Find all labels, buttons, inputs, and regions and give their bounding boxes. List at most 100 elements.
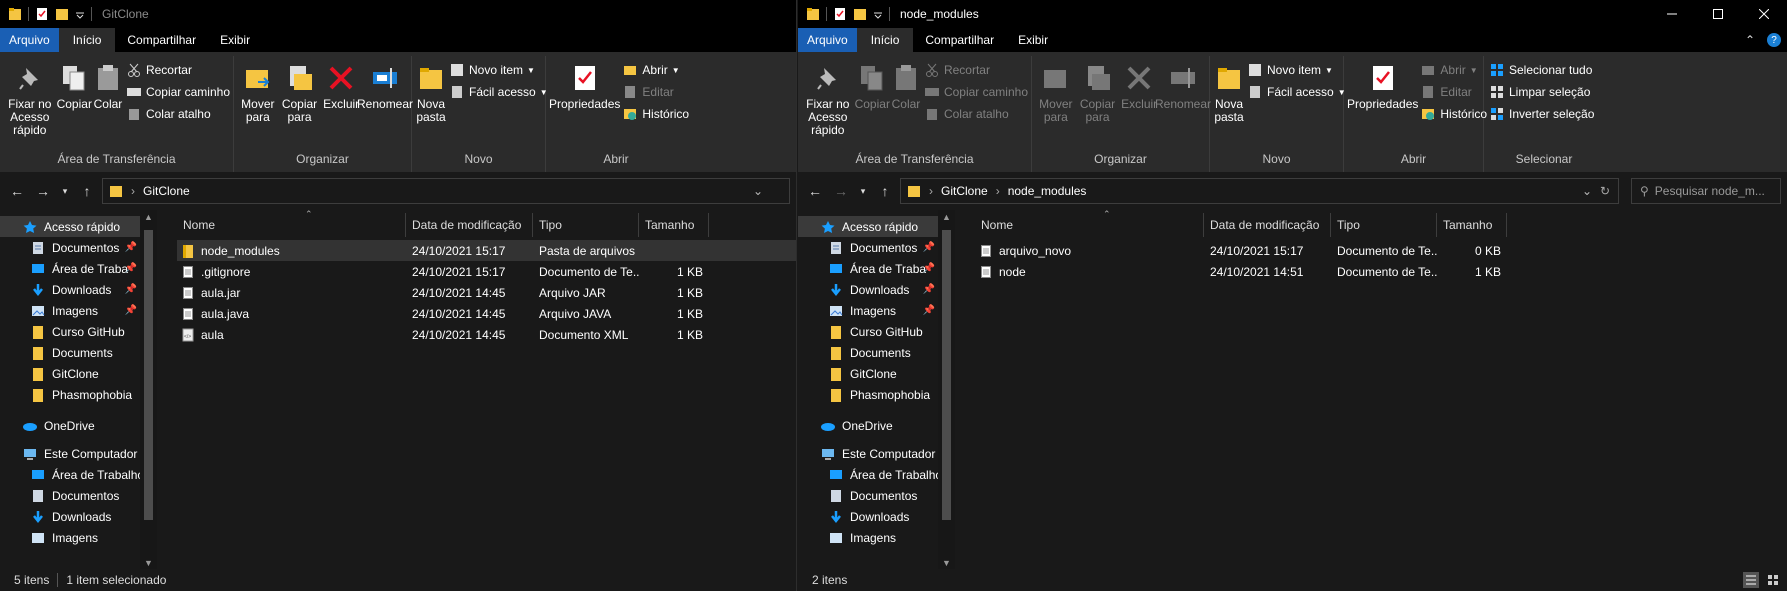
nav-item-downloads[interactable]: Downloads 📌	[0, 279, 157, 300]
file-row[interactable]: aula.java 24/10/2021 14:45 Arquivo JAVA 1 K…	[177, 303, 796, 324]
nav-item-quick-access[interactable]: Acesso rápido	[0, 216, 157, 237]
tab-view[interactable]: Exibir	[208, 28, 262, 52]
help-icon[interactable]: ?	[1767, 33, 1781, 47]
new-item-button[interactable]: Novo item ▼	[449, 60, 548, 80]
tab-file[interactable]: Arquivo	[0, 28, 59, 52]
address-bar[interactable]: › GitClone ⌄	[102, 178, 790, 204]
column-header-size[interactable]: Tamanho	[1437, 213, 1507, 237]
copy-path-button[interactable]: Copiar caminho	[924, 82, 1028, 102]
back-button[interactable]: ←	[6, 183, 28, 199]
forward-button[interactable]: →	[32, 183, 54, 199]
close-button[interactable]	[1741, 0, 1787, 28]
nav-item-pc-downloads[interactable]: Downloads	[798, 506, 955, 527]
column-header-type[interactable]: Tipo	[533, 213, 639, 237]
file-row[interactable]: arquivo_novo 24/10/2021 15:17 Documento de…	[975, 240, 1787, 261]
nav-item-documentos[interactable]: Documentos 📌	[798, 237, 955, 258]
nav-item-pc-documentos[interactable]: Documentos	[0, 485, 157, 506]
nav-scrollbar[interactable]: ▲ ▼	[140, 210, 157, 570]
properties-icon[interactable]	[833, 7, 847, 21]
nav-item-phasmophobia[interactable]: Phasmophobia	[0, 384, 157, 405]
paste-shortcut-button[interactable]: Colar atalho	[924, 104, 1028, 124]
back-button[interactable]: ←	[804, 183, 826, 199]
chevron-down-icon[interactable]	[873, 7, 883, 21]
nav-item-desktop[interactable]: Área de Traba 📌	[0, 258, 157, 279]
nav-item-gitclone[interactable]: GitClone	[0, 363, 157, 384]
nav-item-this-pc[interactable]: Este Computador	[798, 443, 955, 464]
tab-home[interactable]: Início	[856, 28, 914, 52]
scroll-down-icon[interactable]: ▼	[938, 558, 955, 568]
nav-item-curso-github[interactable]: Curso GitHub	[0, 321, 157, 342]
edit-button[interactable]: Editar	[1420, 82, 1487, 102]
file-row[interactable]: node 24/10/2021 14:51 Documento de Te... 1 …	[975, 261, 1787, 282]
nav-item-pc-imagens[interactable]: Imagens	[0, 527, 157, 548]
file-row[interactable]: </> aula 24/10/2021 14:45 Documento XML 1 KB	[177, 324, 796, 345]
nav-item-pc-documentos[interactable]: Documentos	[798, 485, 955, 506]
file-row[interactable]: .gitignore 24/10/2021 15:17 Documento de T…	[177, 261, 796, 282]
nav-item-pc-downloads[interactable]: Downloads	[0, 506, 157, 527]
column-header-name[interactable]: Nome	[177, 213, 406, 237]
edit-button[interactable]: Editar	[622, 82, 689, 102]
scrollbar-thumb[interactable]	[942, 230, 951, 520]
file-row[interactable]: node_modules 24/10/2021 15:17 Pasta de arq…	[177, 240, 796, 261]
file-row[interactable]: aula.jar 24/10/2021 14:45 Arquivo JAR 1 KB	[177, 282, 796, 303]
details-view-icon[interactable]	[1743, 572, 1759, 588]
tab-file[interactable]: Arquivo	[798, 28, 857, 52]
copy-path-button[interactable]: Copiar caminho	[126, 82, 230, 102]
nav-item-documentos[interactable]: Documentos 📌	[0, 237, 157, 258]
nav-item-documents[interactable]: Documents	[798, 342, 955, 363]
nav-item-onedrive[interactable]: OneDrive	[798, 415, 955, 436]
breadcrumb-item[interactable]: node_modules	[1008, 184, 1087, 198]
tab-home[interactable]: Início	[58, 28, 116, 52]
nav-item-imagens[interactable]: Imagens 📌	[0, 300, 157, 321]
column-header-date[interactable]: Data de modificação	[406, 213, 533, 237]
select-all-button[interactable]: Selecionar tudo	[1489, 60, 1594, 80]
scroll-up-icon[interactable]: ▲	[938, 212, 955, 222]
breadcrumb-item[interactable]: GitClone	[941, 184, 988, 198]
nav-item-gitclone[interactable]: GitClone	[798, 363, 955, 384]
nav-item-downloads[interactable]: Downloads 📌	[798, 279, 955, 300]
easy-access-button[interactable]: Fácil acesso ▼	[1247, 82, 1346, 102]
large-icons-view-icon[interactable]	[1765, 572, 1781, 588]
scrollbar-thumb[interactable]	[144, 230, 153, 520]
nav-item-onedrive[interactable]: OneDrive	[0, 415, 157, 436]
chevron-down-icon[interactable]	[75, 7, 85, 21]
refresh-icon[interactable]: ↻	[1600, 184, 1610, 198]
nav-item-curso-github[interactable]: Curso GitHub	[798, 321, 955, 342]
tab-view[interactable]: Exibir	[1006, 28, 1060, 52]
new-folder-icon[interactable]	[853, 7, 867, 21]
nav-item-pc-imagens[interactable]: Imagens	[798, 527, 955, 548]
invert-selection-button[interactable]: Inverter seleção	[1489, 104, 1594, 124]
easy-access-button[interactable]: Fácil acesso ▼	[449, 82, 548, 102]
history-button[interactable]: Histórico	[622, 104, 689, 124]
tab-share[interactable]: Compartilhar	[913, 28, 1006, 52]
open-button[interactable]: Abrir ▼	[1420, 60, 1487, 80]
nav-item-quick-access[interactable]: Acesso rápido	[798, 216, 955, 237]
column-header-type[interactable]: Tipo	[1331, 213, 1437, 237]
nav-item-documents[interactable]: Documents	[0, 342, 157, 363]
chevron-down-icon[interactable]: ⌄	[753, 184, 763, 198]
nav-item-imagens[interactable]: Imagens 📌	[798, 300, 955, 321]
column-header-name[interactable]: Nome	[975, 213, 1204, 237]
column-header-size[interactable]: Tamanho	[639, 213, 709, 237]
maximize-button[interactable]	[1695, 0, 1741, 28]
chevron-down-icon[interactable]: ⌄	[1582, 184, 1592, 198]
paste-shortcut-button[interactable]: Colar atalho	[126, 104, 230, 124]
cut-button[interactable]: Recortar	[126, 60, 230, 80]
address-bar[interactable]: › GitClone › node_modules ⌄ ↻	[900, 178, 1619, 204]
nav-item-desktop[interactable]: Área de Traba 📌	[798, 258, 955, 279]
column-header-date[interactable]: Data de modificação	[1204, 213, 1331, 237]
tab-share[interactable]: Compartilhar	[115, 28, 208, 52]
scroll-up-icon[interactable]: ▲	[140, 212, 157, 222]
new-item-button[interactable]: Novo item ▼	[1247, 60, 1346, 80]
nav-item-pc-desktop[interactable]: Área de Trabalhc	[0, 464, 157, 485]
properties-icon[interactable]	[35, 7, 49, 21]
scroll-down-icon[interactable]: ▼	[140, 558, 157, 568]
history-button[interactable]: Histórico	[1420, 104, 1487, 124]
recent-locations-button[interactable]: ▾	[58, 186, 72, 197]
cut-button[interactable]: Recortar	[924, 60, 1028, 80]
forward-button[interactable]: →	[830, 183, 852, 199]
nav-item-this-pc[interactable]: Este Computador	[0, 443, 157, 464]
recent-locations-button[interactable]: ▾	[856, 186, 870, 197]
nav-item-pc-desktop[interactable]: Área de Trabalhc	[798, 464, 955, 485]
up-button[interactable]: ↑	[874, 183, 896, 199]
